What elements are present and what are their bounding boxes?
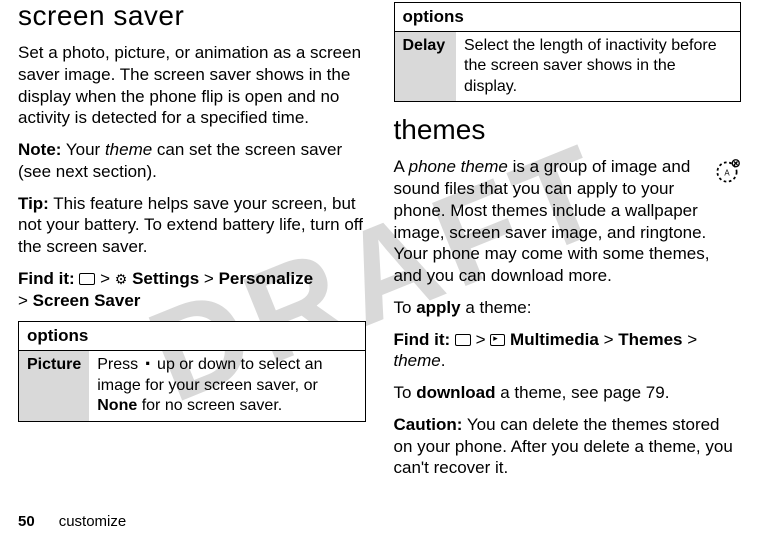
nav-key-icon bbox=[143, 359, 153, 369]
picture-text-3: for no screen saver. bbox=[137, 397, 282, 414]
download-theme-line: To download a theme, see page 79. bbox=[394, 382, 742, 404]
gt-5: > bbox=[604, 330, 614, 349]
apply-theme-line: To apply a theme: bbox=[394, 297, 742, 319]
gt-1: > bbox=[100, 269, 110, 288]
svg-text:A: A bbox=[724, 169, 730, 178]
option-delay-desc: Select the length of inactivity before t… bbox=[456, 32, 741, 102]
note-pre: Your bbox=[61, 140, 105, 159]
themes-intro-post: is a group of image and sound files that… bbox=[394, 157, 710, 285]
note-label: Note: bbox=[18, 140, 61, 159]
settings-icon: ⚙ bbox=[115, 271, 128, 289]
gt-2: > bbox=[204, 269, 214, 288]
personalize-label: Personalize bbox=[219, 269, 314, 288]
tip-label: Tip: bbox=[18, 194, 49, 213]
multimedia-icon bbox=[490, 334, 505, 346]
tip-text: This feature helps save your screen, but… bbox=[18, 194, 363, 257]
menu-key-icon bbox=[79, 273, 95, 285]
caution-label: Caution: bbox=[394, 415, 463, 434]
gt-6: > bbox=[687, 330, 697, 349]
screen-saver-intro: Set a photo, picture, or animation as a … bbox=[18, 42, 366, 129]
note-theme: theme bbox=[105, 140, 152, 159]
themes-label: Themes bbox=[618, 330, 682, 349]
apply-pre: To bbox=[394, 298, 417, 317]
options-header-left: options bbox=[19, 322, 366, 351]
themes-intro-pre: A bbox=[394, 157, 409, 176]
picture-text-1: Press bbox=[97, 356, 142, 373]
theme-var: theme bbox=[394, 351, 441, 370]
find-it-label-2: Find it: bbox=[394, 330, 451, 349]
gt-3: > bbox=[18, 291, 28, 310]
screen-saver-tip: Tip: This feature helps save your screen… bbox=[18, 193, 366, 258]
themes-intro: A A phone theme is a group of image and … bbox=[394, 156, 742, 287]
option-picture-label: Picture bbox=[19, 351, 90, 421]
find-it-themes: Find it: > Multimedia > Themes > theme. bbox=[394, 329, 742, 373]
apply-bold: apply bbox=[416, 298, 460, 317]
right-column: options Delay Select the length of inact… bbox=[394, 0, 742, 544]
multimedia-label: Multimedia bbox=[510, 330, 599, 349]
gt-4: > bbox=[476, 330, 486, 349]
options-header-right: options bbox=[394, 3, 741, 32]
download-pre: To bbox=[394, 383, 417, 402]
left-column: screen saver Set a photo, picture, or an… bbox=[18, 0, 366, 544]
option-delay-label: Delay bbox=[394, 32, 456, 102]
option-picture-desc: Press up or down to select an image for … bbox=[89, 351, 365, 421]
phone-theme-italic: phone theme bbox=[409, 157, 508, 176]
options-table-left: options Picture Press up or down to sele… bbox=[18, 321, 366, 421]
page-content: screen saver Set a photo, picture, or an… bbox=[0, 0, 759, 544]
find-it-screensaver: Find it: > ⚙ Settings > Personalize > Sc… bbox=[18, 268, 366, 312]
screensaver-label: Screen Saver bbox=[33, 291, 141, 310]
options-table-right: options Delay Select the length of inact… bbox=[394, 2, 742, 102]
screen-saver-note: Note: Your theme can set the screen save… bbox=[18, 139, 366, 183]
screen-saver-heading: screen saver bbox=[18, 0, 366, 32]
caution-line: Caution: You can delete the themes store… bbox=[394, 414, 742, 479]
none-label: None bbox=[97, 397, 137, 414]
download-bold: download bbox=[416, 383, 495, 402]
settings-label: Settings bbox=[132, 269, 199, 288]
menu-key-icon-2 bbox=[455, 334, 471, 346]
apply-post: a theme: bbox=[461, 298, 532, 317]
themes-heading: themes bbox=[394, 114, 742, 146]
theme-ring-icon: A bbox=[713, 158, 741, 186]
download-post: a theme, see page 79. bbox=[496, 383, 670, 402]
find-it-label: Find it: bbox=[18, 269, 75, 288]
